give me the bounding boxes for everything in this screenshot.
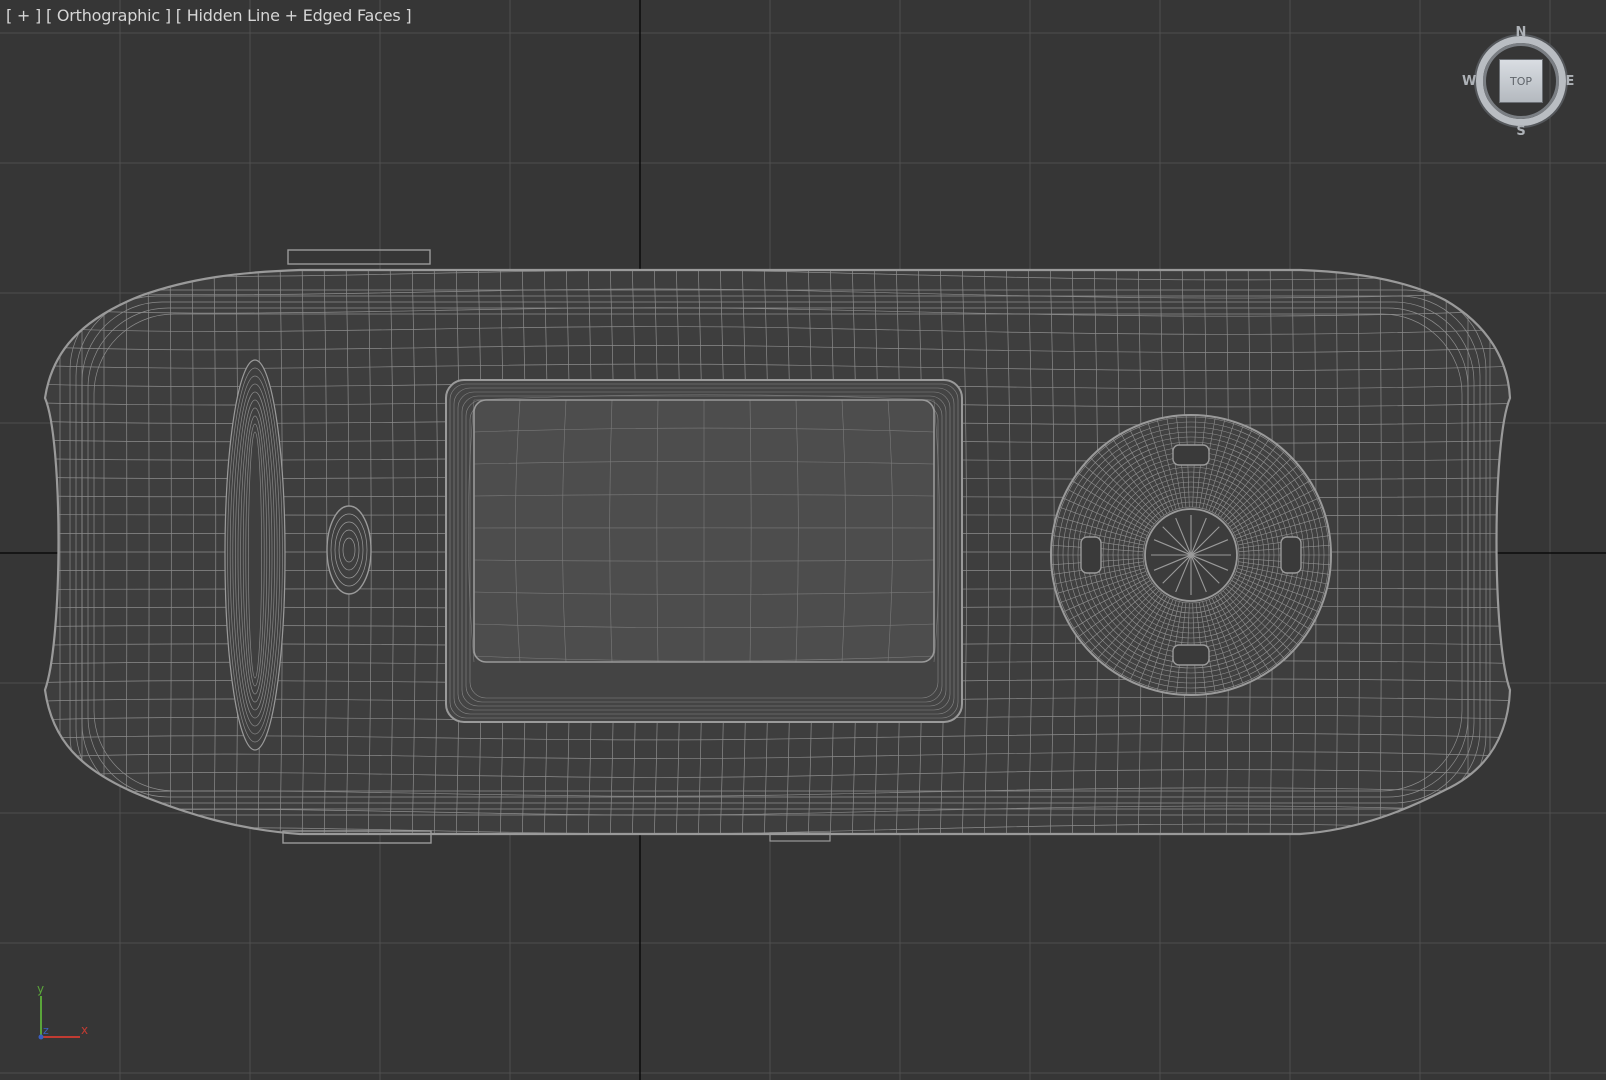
viewcube[interactable]: TOP N S E W bbox=[1462, 25, 1578, 139]
top-button bbox=[287, 249, 431, 265]
compass-west[interactable]: W bbox=[1462, 74, 1476, 89]
wireframe-model[interactable] bbox=[0, 0, 1606, 1080]
grip-shape bbox=[224, 359, 286, 751]
axis-x-label: x bbox=[81, 1023, 88, 1037]
axis-tripod: y x z bbox=[37, 982, 88, 1040]
viewport-menu-plus[interactable]: [ + ] bbox=[6, 6, 41, 25]
viewport-label: [ + ] [ Orthographic ] [ Hidden Line + E… bbox=[6, 6, 412, 25]
dial-notch bbox=[1172, 444, 1210, 466]
compass-east[interactable]: E bbox=[1563, 74, 1577, 89]
dial-notch bbox=[1172, 644, 1210, 666]
viewport-point-of-view-menu[interactable]: [ Orthographic ] bbox=[46, 6, 171, 25]
axis-z-label: z bbox=[43, 1024, 49, 1037]
viewcube-top-face[interactable]: TOP bbox=[1499, 59, 1543, 103]
compass-south[interactable]: S bbox=[1514, 124, 1528, 139]
side-oval-button bbox=[326, 505, 372, 595]
viewport-shading-menu[interactable]: [ Hidden Line + Edged Faces ] bbox=[176, 6, 412, 25]
compass-north[interactable]: N bbox=[1514, 25, 1528, 40]
viewport-top-orthographic[interactable]: [ + ] [ Orthographic ] [ Hidden Line + E… bbox=[0, 0, 1606, 1080]
dial-notch bbox=[1080, 536, 1102, 574]
control-dial bbox=[1050, 414, 1332, 696]
axis-y-label: y bbox=[37, 982, 44, 996]
dial-notch bbox=[1280, 536, 1302, 574]
lcd-screen bbox=[445, 379, 963, 723]
